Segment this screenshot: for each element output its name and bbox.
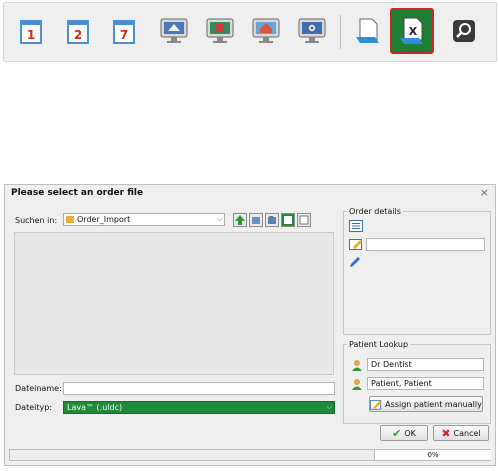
main-toolbar: 1 2 7 X xyxy=(3,2,497,62)
patient-user-icon xyxy=(352,379,362,390)
svg-text:X: X xyxy=(409,25,418,38)
list-view-button[interactable] xyxy=(281,213,295,227)
order-file-dialog: Please select an order file × Suchen in:… xyxy=(4,184,496,466)
filetype-select[interactable]: Lava™ (.uldc) ⌵ xyxy=(63,401,335,414)
filetype-label: Dateityp: xyxy=(15,403,52,412)
ok-button[interactable]: ✔ OK xyxy=(380,425,428,441)
filename-label: Dateiname: xyxy=(15,384,62,393)
up-arrow-icon xyxy=(235,215,245,225)
calendar-week-7-icon: 7 xyxy=(113,20,135,44)
import-excel-document-button[interactable]: X xyxy=(390,8,434,54)
monitor-scan-icon xyxy=(160,18,188,43)
open-document-button[interactable] xyxy=(348,10,388,52)
look-in-label: Suchen in: xyxy=(15,216,58,225)
checkmark-icon: ✔ xyxy=(392,426,402,440)
home-folder-button[interactable] xyxy=(249,213,263,227)
calendar-day-2-button[interactable]: 2 xyxy=(58,10,98,52)
search-icon xyxy=(453,20,475,42)
monitor-design-icon xyxy=(206,18,234,43)
filetype-value: Lava™ (.uldc) xyxy=(67,403,123,412)
calendar-week-7-button[interactable]: 7 xyxy=(104,10,144,52)
folder-icon xyxy=(66,216,74,223)
patient-lookup-legend: Patient Lookup xyxy=(349,340,409,349)
ok-button-label: OK xyxy=(404,428,416,438)
order-details-legend: Order details xyxy=(349,207,401,216)
home-folder-icon xyxy=(252,217,260,224)
monitor-design-button[interactable] xyxy=(200,10,240,52)
cancel-x-icon: ✖ xyxy=(441,426,451,440)
edit-note-icon xyxy=(349,239,362,250)
assign-button-label: Assign patient manually xyxy=(385,399,482,409)
file-list-area[interactable] xyxy=(14,232,334,375)
calendar-week-7-label: 7 xyxy=(120,28,128,42)
calendar-day-2-label: 2 xyxy=(74,28,82,42)
list-view-icon xyxy=(284,216,292,224)
calendar-day-1-icon: 1 xyxy=(20,20,42,44)
chevron-down-icon: ⌵ xyxy=(216,215,222,223)
cancel-button-label: Cancel xyxy=(453,428,481,438)
look-in-combo[interactable]: Order_Import ⌵ xyxy=(63,213,225,226)
monitor-settings-icon xyxy=(298,18,326,43)
new-folder-icon xyxy=(268,216,276,224)
dentist-user-icon xyxy=(352,360,362,371)
details-view-icon xyxy=(299,215,309,225)
monitor-home-button[interactable] xyxy=(246,10,286,52)
chevron-down-icon: ⌵ xyxy=(326,403,332,411)
pencil-icon xyxy=(350,257,360,267)
monitor-settings-button[interactable] xyxy=(292,10,332,52)
calendar-day-1-button[interactable]: 1 xyxy=(11,10,51,52)
import-excel-document-icon: X xyxy=(400,17,423,44)
edit-note-icon xyxy=(370,399,382,410)
look-in-value: Order_Import xyxy=(77,215,131,224)
patient-field[interactable]: Patient, Patient xyxy=(367,377,484,390)
new-folder-button[interactable] xyxy=(265,213,279,227)
progress-indicator: 0% xyxy=(374,450,491,460)
dentist-field[interactable]: Dr Dentist xyxy=(367,358,484,371)
order-details-field[interactable] xyxy=(366,238,485,251)
search-button[interactable] xyxy=(444,10,484,52)
monitor-scan-button[interactable] xyxy=(154,10,194,52)
list-details-icon xyxy=(349,220,363,232)
open-document-icon xyxy=(356,18,379,43)
details-view-button[interactable] xyxy=(297,213,311,227)
calendar-day-1-label: 1 xyxy=(27,28,35,42)
close-icon[interactable]: × xyxy=(480,186,489,199)
status-bar: 0% xyxy=(9,449,491,461)
up-folder-button[interactable] xyxy=(233,213,247,227)
cancel-button[interactable]: ✖ Cancel xyxy=(433,425,489,441)
dialog-title: Please select an order file xyxy=(11,188,144,198)
toolbar-separator xyxy=(340,15,341,49)
filename-input[interactable] xyxy=(63,382,335,395)
order-details-group: Order details xyxy=(343,207,491,335)
calendar-day-2-icon: 2 xyxy=(67,20,89,44)
assign-patient-manually-button[interactable]: Assign patient manually xyxy=(369,396,483,412)
monitor-home-icon xyxy=(252,18,280,43)
